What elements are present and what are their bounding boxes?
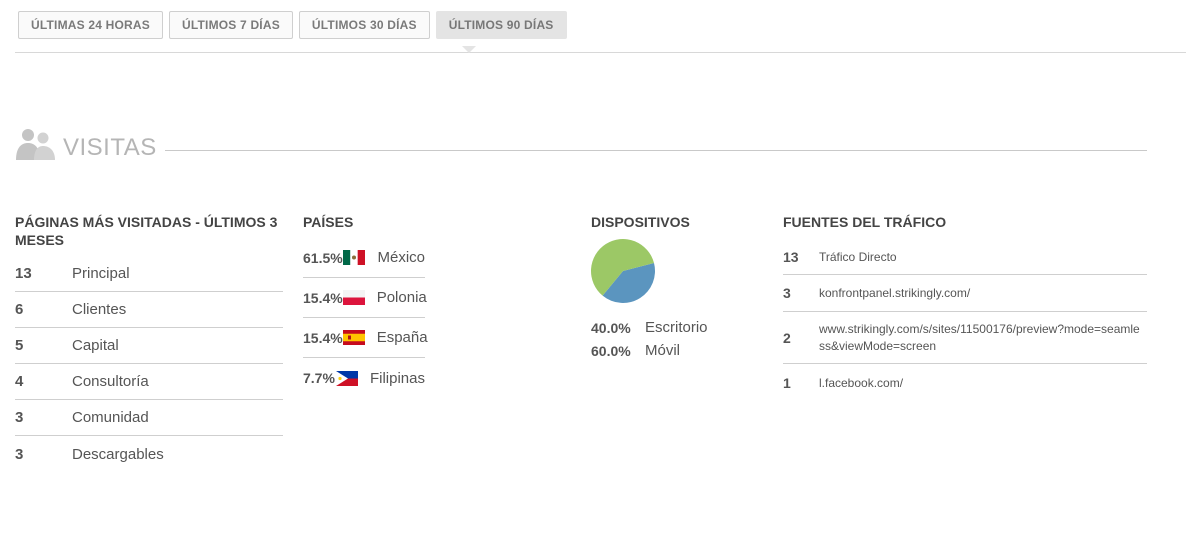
source-name: l.facebook.com/ bbox=[819, 375, 904, 390]
country-name: España bbox=[376, 329, 428, 346]
page-name: Comunidad bbox=[72, 409, 149, 426]
list-item: 7.7% Filipinas bbox=[303, 358, 425, 398]
source-count: 3 bbox=[783, 285, 791, 301]
source-name: Tráfico Directo bbox=[819, 249, 897, 264]
people-icon bbox=[16, 129, 55, 160]
top-pages-title: PÁGINAS MÁS VISITADAS - ÚLTIMOS 3 MESES bbox=[15, 214, 278, 248]
source-name: konfrontpanel.strikingly.com/ bbox=[819, 285, 971, 300]
page-name: Clientes bbox=[72, 301, 127, 318]
device-percent: 40.0% bbox=[591, 319, 631, 336]
device-name: Móvil bbox=[645, 342, 681, 359]
list-item: 3 konfrontpanel.strikingly.com/ bbox=[783, 275, 1147, 312]
device-name: Escritorio bbox=[645, 319, 708, 336]
country-percent: 15.4% bbox=[303, 289, 343, 306]
spain-flag-icon bbox=[342, 330, 365, 345]
device-percent: 60.0% bbox=[591, 342, 631, 359]
poland-flag-icon bbox=[342, 290, 365, 305]
page-count: 3 bbox=[15, 409, 24, 426]
page-count: 4 bbox=[15, 373, 24, 390]
country-name: México bbox=[377, 249, 425, 266]
visits-section-header: VISITAS bbox=[15, 126, 1147, 166]
list-item: 3 Descargables bbox=[15, 436, 283, 472]
devices-pie-chart bbox=[591, 239, 655, 303]
philippines-flag-icon bbox=[335, 370, 358, 386]
country-name: Polonia bbox=[376, 289, 427, 306]
list-item: 1 l.facebook.com/ bbox=[783, 364, 1147, 402]
tab-last-30-days[interactable]: ÚLTIMOS 30 DÍAS bbox=[298, 11, 430, 39]
list-item: 61.5% México bbox=[303, 238, 425, 278]
devices-legend: 40.0% Escritorio 60.0% Móvil bbox=[591, 316, 708, 362]
list-item: 2 www.strikingly.com/s/sites/11500176/pre… bbox=[783, 312, 1147, 364]
page-count: 6 bbox=[15, 301, 24, 318]
traffic-sources-title: FUENTES DEL TRÁFICO bbox=[783, 214, 947, 230]
list-item: 4 Consultoría bbox=[15, 364, 283, 400]
country-percent: 15.4% bbox=[303, 329, 343, 346]
section-rule bbox=[165, 150, 1147, 151]
list-item: 3 Comunidad bbox=[15, 400, 283, 436]
country-percent: 7.7% bbox=[303, 370, 335, 386]
page-count: 3 bbox=[15, 445, 24, 463]
list-item: 15.4% Polonia bbox=[303, 278, 427, 318]
tab-last-24-hours[interactable]: ÚLTIMAS 24 HORAS bbox=[18, 11, 163, 39]
source-count: 13 bbox=[783, 249, 799, 265]
countries-list: 61.5% México 15.4% Polonia 15.4% España … bbox=[303, 238, 428, 398]
source-count: 2 bbox=[783, 329, 791, 346]
tab-last-7-days[interactable]: ÚLTIMOS 7 DÍAS bbox=[169, 11, 293, 39]
country-name: Filipinas bbox=[369, 369, 425, 387]
page-name: Consultoría bbox=[72, 373, 149, 390]
top-pages-list: 13 Principal 6 Clientes 5 Capital 4 Consulto… bbox=[15, 256, 283, 472]
traffic-sources-list: 13 Tráfico Directo 3 konfrontpanel.strikin… bbox=[783, 240, 1147, 402]
legend-item: 60.0% Móvil bbox=[591, 339, 708, 362]
tabs-divider bbox=[15, 52, 1186, 53]
source-name: www.strikingly.com/s/sites/11500176/prev… bbox=[819, 321, 1140, 353]
page-name: Descargables bbox=[72, 445, 164, 463]
active-tab-caret bbox=[462, 46, 476, 53]
page-count: 5 bbox=[15, 337, 24, 354]
countries-title: PAÍSES bbox=[303, 214, 354, 230]
list-item: 13 Tráfico Directo bbox=[783, 240, 1147, 275]
list-item: 5 Capital bbox=[15, 328, 283, 364]
legend-item: 40.0% Escritorio bbox=[591, 316, 708, 339]
list-item: 6 Clientes bbox=[15, 292, 283, 328]
source-count: 1 bbox=[783, 375, 791, 391]
page-name: Capital bbox=[72, 337, 119, 354]
section-title: VISITAS bbox=[63, 134, 157, 161]
mexico-flag-icon bbox=[343, 250, 366, 265]
country-percent: 61.5% bbox=[303, 249, 343, 266]
list-item: 13 Principal bbox=[15, 256, 283, 292]
devices-title: DISPOSITIVOS bbox=[591, 214, 690, 230]
page-name: Principal bbox=[72, 265, 130, 282]
page-count: 13 bbox=[15, 265, 32, 282]
list-item: 15.4% España bbox=[303, 318, 428, 358]
tab-last-90-days[interactable]: ÚLTIMOS 90 DÍAS bbox=[435, 11, 567, 39]
date-range-tabs: ÚLTIMAS 24 HORAS ÚLTIMOS 7 DÍAS ÚLTIMOS … bbox=[18, 11, 573, 39]
